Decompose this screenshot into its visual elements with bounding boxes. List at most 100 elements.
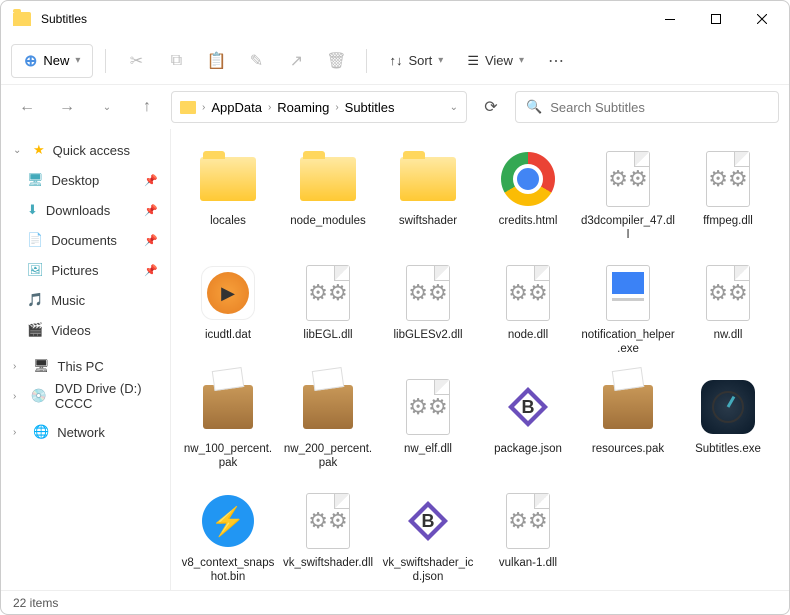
sidebar-network[interactable]: ›🌐Network <box>5 417 166 447</box>
file-type-icon: ⚙⚙ <box>396 261 460 325</box>
file-item[interactable]: ⚙⚙ libGLESv2.dll <box>379 255 477 363</box>
file-item[interactable]: ⚙⚙node.dll <box>479 255 577 363</box>
breadcrumb-item[interactable]: Roaming <box>277 100 329 115</box>
file-item[interactable]: node_modules <box>279 141 377 249</box>
file-type-icon: ⚙⚙ <box>296 489 360 553</box>
share-button[interactable]: ↗ <box>278 43 314 79</box>
sidebar-item-documents[interactable]: 📄Documents📌 <box>5 225 166 255</box>
file-item[interactable]: ⚙⚙ffmpeg.dll <box>679 141 777 249</box>
file-name-label: libGLESv2.dll <box>393 329 462 343</box>
sidebar-item-label: Music <box>51 293 85 308</box>
item-count: 22 items <box>13 596 58 610</box>
pin-icon: 📌 <box>144 204 158 217</box>
sidebar-item-label: Desktop <box>52 173 100 188</box>
file-item[interactable]: ⚙⚙libEGL.dll <box>279 255 377 363</box>
breadcrumb-item[interactable]: AppData <box>211 100 262 115</box>
cut-button[interactable]: ✂ <box>118 43 154 79</box>
file-name-label: icudtl.dat <box>205 329 251 343</box>
maximize-button[interactable] <box>693 3 739 35</box>
chevron-right-icon: › <box>202 102 205 113</box>
svg-text:B: B <box>522 397 535 417</box>
file-name-label: swiftshader <box>399 215 457 229</box>
sidebar-quick-access[interactable]: ⌄ ★ Quick access <box>5 135 166 165</box>
recent-button[interactable]: ⌄ <box>91 91 123 123</box>
pc-icon: 🖥 <box>33 358 50 374</box>
file-type-icon <box>296 375 360 439</box>
breadcrumb-item[interactable]: Subtitles <box>345 100 395 115</box>
file-item[interactable]: ⚙⚙nw_elf.dll <box>379 369 477 477</box>
file-item[interactable]: notification_helper.exe <box>579 255 677 363</box>
file-item[interactable]: locales <box>179 141 277 249</box>
sidebar-item-desktop[interactable]: 🖥Desktop📌 <box>5 165 166 195</box>
disc-icon: 💿 <box>31 388 47 404</box>
rename-button[interactable]: ✎ <box>238 43 274 79</box>
file-type-icon: ⚙⚙ <box>696 261 760 325</box>
sidebar-item-downloads[interactable]: ⬇Downloads📌 <box>5 195 166 225</box>
file-item[interactable]: Bpackage.json <box>479 369 577 477</box>
videos-icon: 🎬 <box>27 322 43 338</box>
file-name-label: vulkan-1.dll <box>499 557 557 571</box>
chevron-down-icon[interactable]: ⌄ <box>450 102 458 113</box>
chevron-right-icon: › <box>13 427 25 438</box>
address-bar[interactable]: › AppData › Roaming › Subtitles ⌄ <box>171 91 467 123</box>
search-box[interactable]: 🔍 <box>515 91 779 123</box>
sort-button[interactable]: ↑↓ Sort ▾ <box>379 47 453 74</box>
documents-icon: 📄 <box>27 232 43 248</box>
file-item[interactable]: swiftshader <box>379 141 477 249</box>
new-button[interactable]: ⊕ New ▾ <box>11 44 93 78</box>
file-item[interactable]: credits.html <box>479 141 577 249</box>
file-name-label: package.json <box>494 443 562 457</box>
view-button[interactable]: ☰ View ▾ <box>457 47 534 75</box>
minimize-button[interactable] <box>647 3 693 35</box>
this-pc-label: This PC <box>58 359 104 374</box>
file-type-icon: ⚙⚙ <box>496 261 560 325</box>
sidebar-item-label: Videos <box>51 323 91 338</box>
star-icon: ★ <box>33 142 45 158</box>
file-type-icon <box>696 375 760 439</box>
file-item[interactable]: ⚙⚙d3dcompiler_47.dll <box>579 141 677 249</box>
plus-icon: ⊕ <box>24 51 37 71</box>
svg-text:B: B <box>422 511 435 531</box>
more-button[interactable]: ⋯ <box>538 43 574 79</box>
forward-button[interactable]: → <box>51 91 83 123</box>
copy-button[interactable]: ⧉ <box>158 43 194 79</box>
file-item[interactable]: Subtitles.exe <box>679 369 777 477</box>
refresh-button[interactable]: ⟳ <box>475 91 507 123</box>
folder-icon <box>13 12 31 26</box>
delete-button[interactable]: 🗑 <box>318 43 354 79</box>
view-label: View <box>485 53 513 68</box>
file-name-label: resources.pak <box>592 443 664 457</box>
sidebar-item-music[interactable]: 🎵 Music <box>5 285 166 315</box>
file-item[interactable]: ⚙⚙vulkan-1.dll <box>479 483 577 590</box>
close-button[interactable] <box>739 3 785 35</box>
file-name-label: locales <box>210 215 246 229</box>
file-item[interactable]: ⚡v8_context_snapshot.bin <box>179 483 277 590</box>
paste-button[interactable]: 📋 <box>198 43 234 79</box>
file-item[interactable]: resources.pak <box>579 369 677 477</box>
sidebar-dvd[interactable]: ›💿DVD Drive (D:) CCCC <box>5 381 166 411</box>
chevron-down-icon: ▾ <box>438 55 443 66</box>
file-item[interactable]: ⚙⚙nw.dll <box>679 255 777 363</box>
up-button[interactable]: ↑ <box>131 91 163 123</box>
file-item[interactable]: ▶icudtl.dat <box>179 255 277 363</box>
file-name-label: vk_swiftshader.dll <box>283 557 373 571</box>
dvd-label: DVD Drive (D:) CCCC <box>55 381 158 411</box>
sidebar-item-pictures[interactable]: 🖼Pictures📌 <box>5 255 166 285</box>
sidebar-item-videos[interactable]: 🎬 Videos <box>5 315 166 345</box>
search-input[interactable] <box>550 100 768 115</box>
music-icon: 🎵 <box>27 292 43 308</box>
sidebar-this-pc[interactable]: ›🖥This PC <box>5 351 166 381</box>
file-type-icon <box>196 147 260 211</box>
file-item[interactable]: nw_200_percent.pak <box>279 369 377 477</box>
sort-label: Sort <box>408 53 432 68</box>
chevron-right-icon: › <box>268 102 271 113</box>
file-name-label: nw_elf.dll <box>404 443 452 457</box>
sidebar-item-label: Downloads <box>46 203 110 218</box>
file-type-icon: ⚙⚙ <box>696 147 760 211</box>
file-name-label: credits.html <box>499 215 558 229</box>
file-type-icon: ⚙⚙ <box>296 261 360 325</box>
file-item[interactable]: ⚙⚙ vk_swiftshader.dll <box>279 483 377 590</box>
back-button[interactable]: ← <box>11 91 43 123</box>
file-item[interactable]: Bvk_swiftshader_icd.json <box>379 483 477 590</box>
file-item[interactable]: nw_100_percent.pak <box>179 369 277 477</box>
